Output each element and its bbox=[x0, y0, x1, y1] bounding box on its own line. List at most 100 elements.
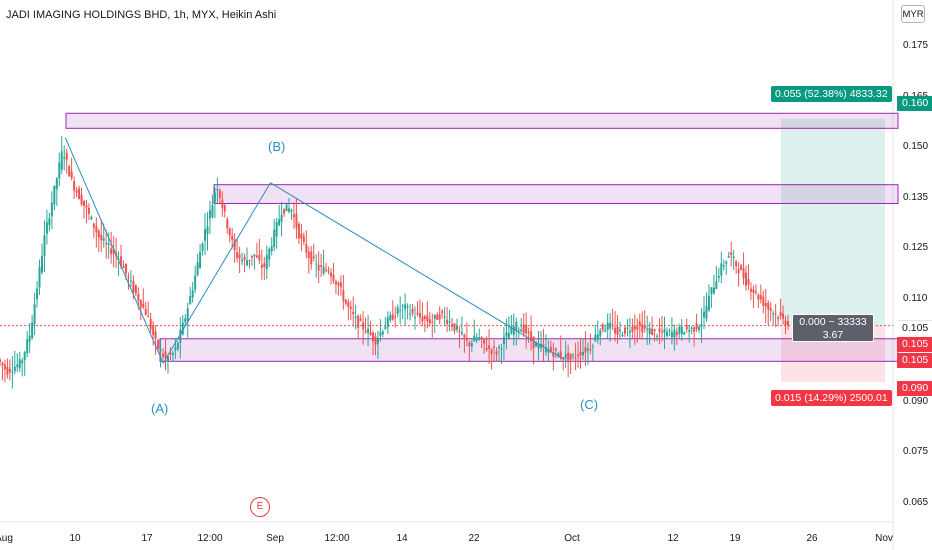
zone-1 bbox=[213, 184, 899, 204]
candle-body bbox=[300, 233, 303, 239]
candle-body bbox=[211, 205, 214, 218]
candle-body bbox=[740, 265, 743, 270]
candle-body bbox=[0, 359, 1, 362]
stop-label[interactable]: 0.015 (14.29%) 2500.01 bbox=[771, 390, 892, 406]
candle-body bbox=[21, 360, 24, 364]
candle-body bbox=[73, 181, 76, 191]
candle-body bbox=[288, 208, 291, 212]
candle-body bbox=[737, 269, 740, 274]
candle-body bbox=[589, 348, 592, 351]
candle-body bbox=[68, 166, 71, 177]
candle-body bbox=[594, 334, 597, 341]
candle-body bbox=[777, 317, 780, 320]
candle-body bbox=[260, 264, 263, 268]
candle-body bbox=[394, 316, 397, 318]
candle-body bbox=[137, 294, 140, 301]
candle-body bbox=[194, 275, 197, 290]
candle-body bbox=[784, 320, 787, 326]
candle-body bbox=[80, 194, 83, 205]
candle-body bbox=[673, 329, 676, 338]
candle-body bbox=[483, 338, 486, 344]
x-tick-label: Oct bbox=[564, 533, 580, 544]
candle-body bbox=[787, 321, 789, 326]
candle-body bbox=[270, 245, 273, 252]
candle-body bbox=[110, 248, 113, 255]
candle-body bbox=[651, 328, 654, 336]
candle-body bbox=[621, 334, 624, 337]
candle-body bbox=[490, 349, 493, 355]
candle-body bbox=[330, 272, 333, 277]
y-tick-label: 0.075 bbox=[903, 446, 928, 457]
candle-body bbox=[201, 243, 204, 251]
candle-body bbox=[342, 290, 345, 301]
candle-body bbox=[283, 208, 286, 214]
candle-body bbox=[658, 328, 661, 332]
wave-label-a: (A) bbox=[151, 401, 169, 416]
candle-body bbox=[707, 295, 710, 311]
candle-body bbox=[1, 362, 4, 366]
candle-body bbox=[591, 346, 594, 348]
candle-body bbox=[628, 331, 631, 333]
candle-body bbox=[189, 295, 192, 304]
candle-body bbox=[290, 210, 293, 212]
event-marker-e[interactable]: E bbox=[250, 497, 270, 517]
candle-body bbox=[127, 276, 130, 278]
candle-body bbox=[431, 321, 434, 323]
candle-body bbox=[295, 213, 298, 228]
x-tick-label: 17 bbox=[141, 533, 153, 544]
y-tick-label: 0.175 bbox=[903, 40, 928, 51]
position-calc-line1: 0.000 ~ 33333 bbox=[799, 316, 867, 328]
candle-body bbox=[772, 313, 775, 315]
candle-body bbox=[364, 330, 367, 332]
candle-body bbox=[438, 314, 441, 320]
axis-tag-stop: 0.090 bbox=[897, 381, 932, 396]
candle-body bbox=[18, 359, 21, 369]
candle-body bbox=[297, 223, 300, 239]
candle-body bbox=[191, 290, 194, 298]
y-tick-label: 0.135 bbox=[903, 192, 928, 203]
candle-body bbox=[623, 327, 626, 334]
position-calc-box[interactable]: 0.000 ~ 33333 3.67 bbox=[792, 314, 874, 342]
candle-body bbox=[505, 332, 508, 337]
candle-body bbox=[396, 307, 399, 314]
candle-body bbox=[105, 242, 108, 244]
target-label[interactable]: 0.055 (52.38%) 4833.32 bbox=[771, 86, 892, 102]
candle-body bbox=[515, 321, 518, 331]
candle-body bbox=[762, 296, 765, 306]
candle-body bbox=[381, 331, 384, 335]
candle-body bbox=[204, 229, 207, 241]
candle-body bbox=[633, 326, 636, 330]
candle-body bbox=[305, 244, 308, 253]
candle-body bbox=[683, 332, 686, 335]
candle-body bbox=[11, 371, 14, 373]
candle-body bbox=[152, 324, 155, 336]
candle-body bbox=[527, 331, 530, 333]
candle-body bbox=[712, 287, 715, 294]
price-chart[interactable]: 0.1750.1650.1500.1350.1250.1100.0900.075… bbox=[0, 0, 932, 550]
candle-body bbox=[369, 332, 372, 335]
candle-body bbox=[436, 314, 439, 320]
candle-body bbox=[720, 263, 723, 276]
candle-body bbox=[475, 337, 478, 341]
position-calc-line2: 3.67 bbox=[822, 329, 844, 341]
candle-body bbox=[129, 280, 132, 282]
candle-body bbox=[223, 205, 226, 212]
candle-body bbox=[656, 335, 659, 337]
candle-body bbox=[8, 368, 11, 373]
candle-body bbox=[43, 235, 46, 256]
candle-body bbox=[78, 188, 81, 200]
candle-body bbox=[485, 347, 488, 350]
candle-body bbox=[53, 185, 56, 205]
candle-body bbox=[611, 325, 614, 327]
candle-body bbox=[745, 272, 748, 286]
chart-root: 0.1750.1650.1500.1350.1250.1100.0900.075… bbox=[0, 0, 932, 550]
candle-body bbox=[176, 342, 179, 349]
currency-button[interactable]: MYR bbox=[901, 5, 925, 23]
candle-body bbox=[458, 330, 461, 332]
candle-body bbox=[717, 275, 720, 278]
candle-body bbox=[512, 326, 515, 335]
y-tick-label: 0.065 bbox=[903, 497, 928, 508]
x-tick-label: Nov bbox=[875, 533, 893, 544]
candle-body bbox=[250, 255, 253, 258]
wave-line bbox=[64, 137, 164, 364]
